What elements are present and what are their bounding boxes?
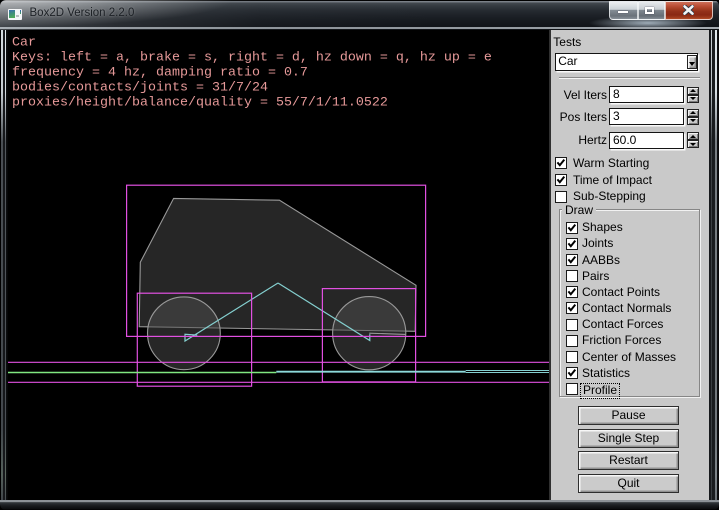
svg-text:proxies/height/balance/quality: proxies/height/balance/quality = 55/7/1/… xyxy=(12,96,388,111)
svg-text:bodies/contacts/joints = 31/7/: bodies/contacts/joints = 31/7/24 xyxy=(12,81,268,96)
svg-text:Car: Car xyxy=(12,36,36,51)
svg-text:frequency = 4 hz, damping rati: frequency = 4 hz, damping ratio = 0.7 xyxy=(12,66,308,81)
svg-text:Keys: left = a, brake = s, rig: Keys: left = a, brake = s, right = d, hz… xyxy=(12,51,492,66)
